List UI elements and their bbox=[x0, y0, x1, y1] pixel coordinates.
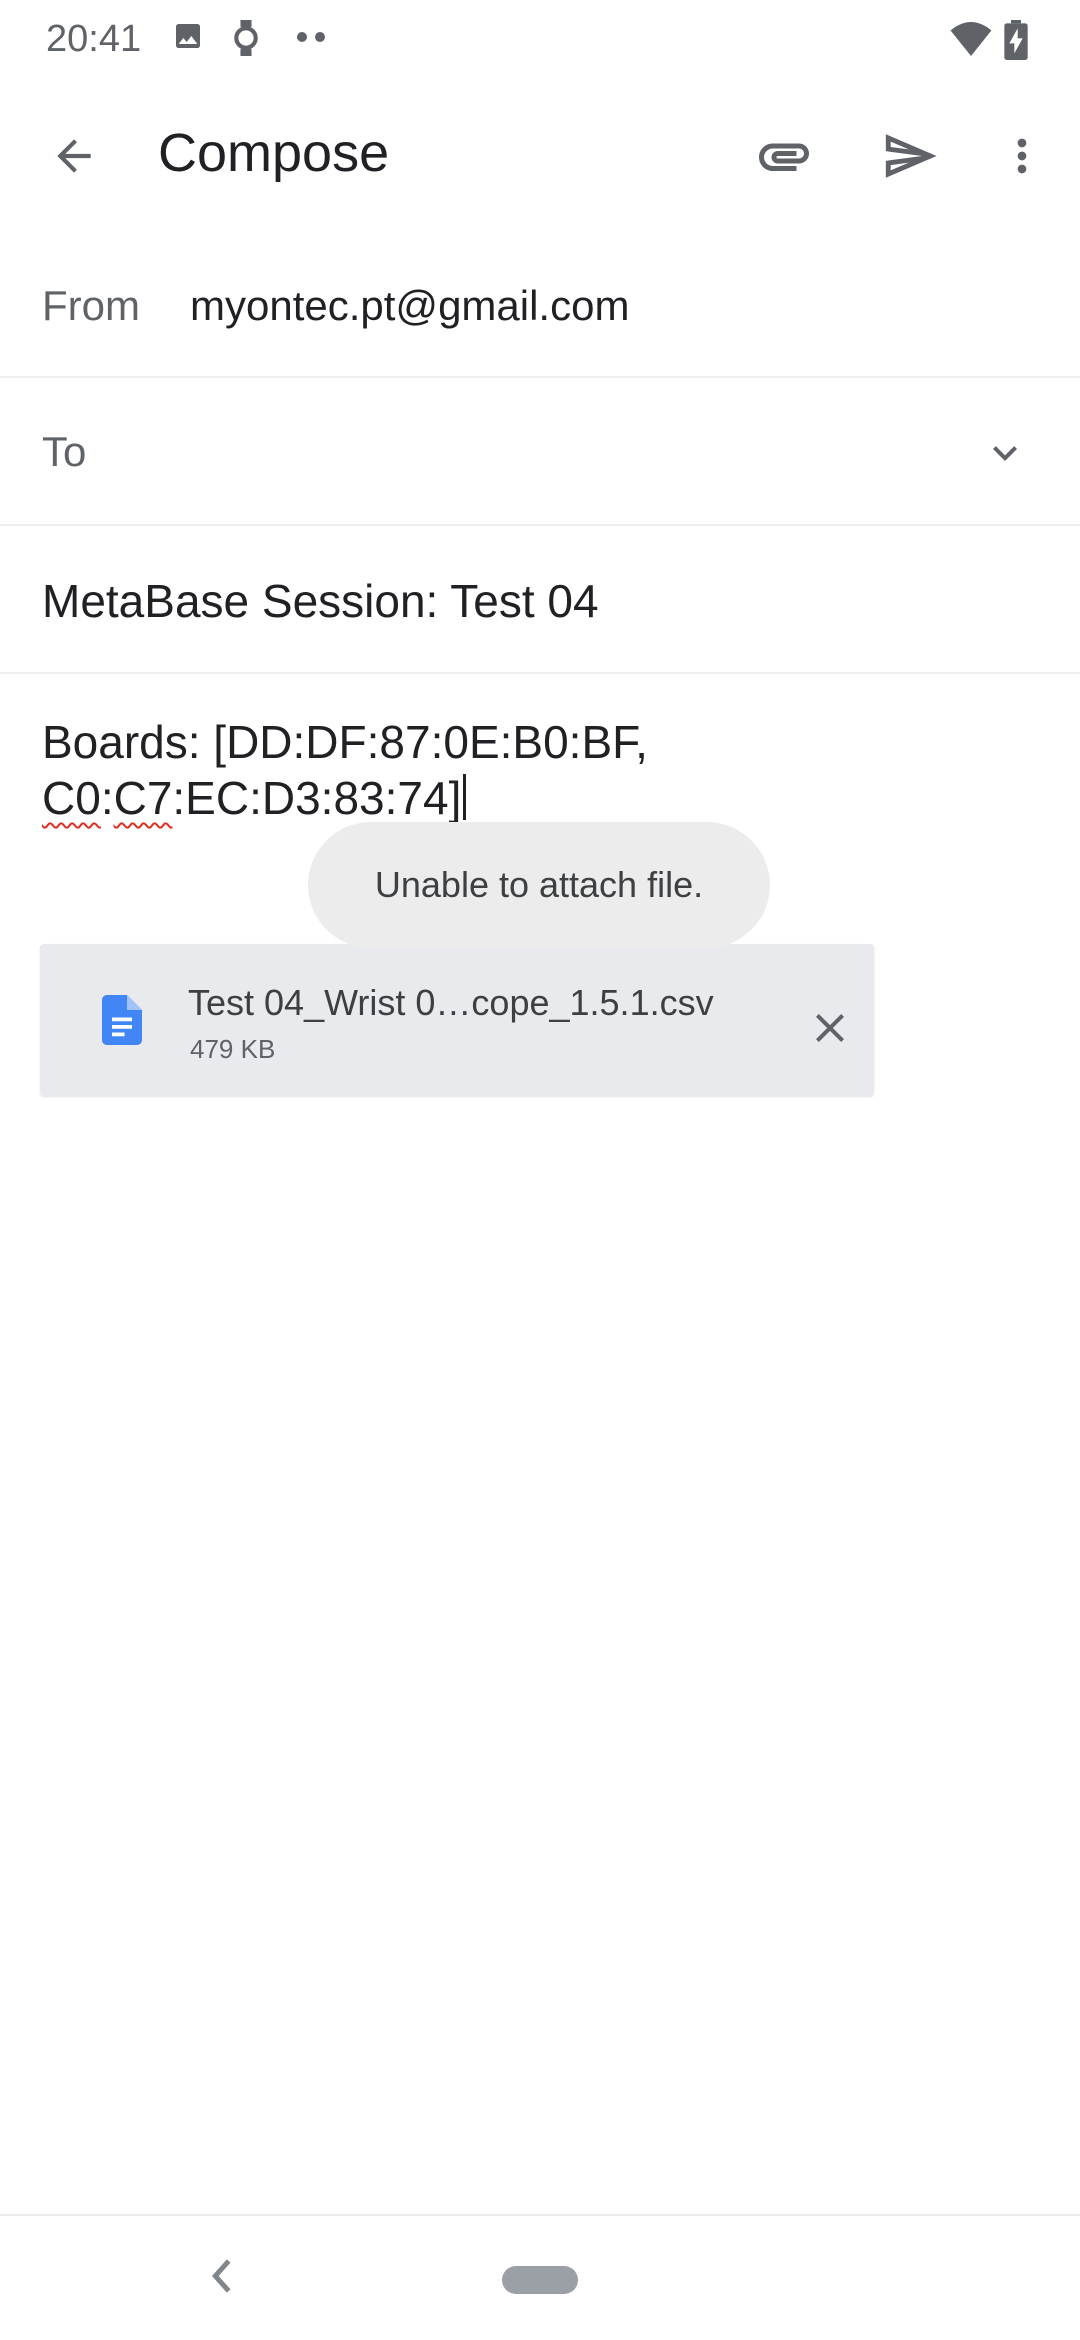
body-field[interactable]: Boards: [DD:DF:87:0E:B0:BF, C0:C7:EC:D3:… bbox=[42, 714, 1022, 826]
watch-icon bbox=[232, 20, 260, 61]
attachment-chip[interactable]: Test 04_Wrist 0…cope_1.5.1.csv 479 KB bbox=[40, 944, 874, 1096]
attachment-name: Test 04_Wrist 0…cope_1.5.1.csv bbox=[188, 982, 714, 1023]
subject-text: MetaBase Session: Test 04 bbox=[42, 575, 599, 627]
spellcheck-word: C0 bbox=[42, 772, 101, 824]
expand-recipients-button[interactable] bbox=[970, 418, 1040, 488]
from-account[interactable]: myontec.pt@gmail.com bbox=[190, 282, 629, 330]
spellcheck-word: C7 bbox=[113, 772, 173, 824]
to-label: To bbox=[42, 428, 87, 475]
document-icon bbox=[92, 990, 152, 1050]
wifi-icon bbox=[950, 22, 992, 61]
image-icon bbox=[172, 20, 204, 57]
nav-home-pill[interactable] bbox=[502, 2266, 578, 2294]
attach-button[interactable] bbox=[736, 108, 832, 204]
toast-message: Unable to attach file. bbox=[308, 822, 770, 948]
send-button[interactable] bbox=[862, 108, 958, 204]
arrow-back-icon bbox=[57, 139, 91, 173]
compose-screen: 20:41 Compose From myontec.pt@gmail.com … bbox=[0, 0, 1080, 2340]
remove-attachment-button[interactable] bbox=[798, 996, 862, 1060]
chevron-left-icon bbox=[211, 2259, 231, 2293]
toolbar: Compose bbox=[0, 84, 1080, 232]
to-row[interactable]: To bbox=[0, 378, 1080, 526]
toast-text: Unable to attach file. bbox=[374, 864, 704, 905]
chevron-down-icon bbox=[993, 446, 1017, 461]
from-row[interactable]: From myontec.pt@gmail.com bbox=[0, 232, 1080, 378]
status-bar: 20:41 bbox=[0, 0, 1080, 84]
body-line: Boards: [DD:DF:87:0E:B0:BF, bbox=[42, 716, 648, 768]
body-text-fragment: : bbox=[100, 772, 114, 824]
close-icon bbox=[816, 1014, 844, 1042]
page-title: Compose bbox=[158, 123, 390, 183]
more-dots-icon bbox=[294, 30, 328, 49]
body-line: C0:C7:EC:D3:83:74] bbox=[42, 770, 1022, 826]
nav-back-button[interactable] bbox=[202, 2256, 242, 2296]
more-options-button[interactable] bbox=[974, 108, 1070, 204]
from-label: From bbox=[42, 282, 140, 329]
system-nav-bar bbox=[0, 2214, 1080, 2340]
body-text-fragment: :EC:D3:83:74] bbox=[172, 772, 462, 824]
send-icon bbox=[885, 134, 937, 178]
text-cursor bbox=[463, 774, 467, 820]
back-button[interactable] bbox=[26, 108, 122, 204]
attachment-size: 479 KB bbox=[190, 1034, 276, 1064]
status-time: 20:41 bbox=[46, 18, 142, 60]
subject-field[interactable]: MetaBase Session: Test 04 bbox=[0, 526, 1080, 674]
paperclip-icon bbox=[759, 143, 809, 171]
more-vert-icon bbox=[1017, 138, 1027, 174]
battery-charging-icon bbox=[1004, 20, 1028, 65]
